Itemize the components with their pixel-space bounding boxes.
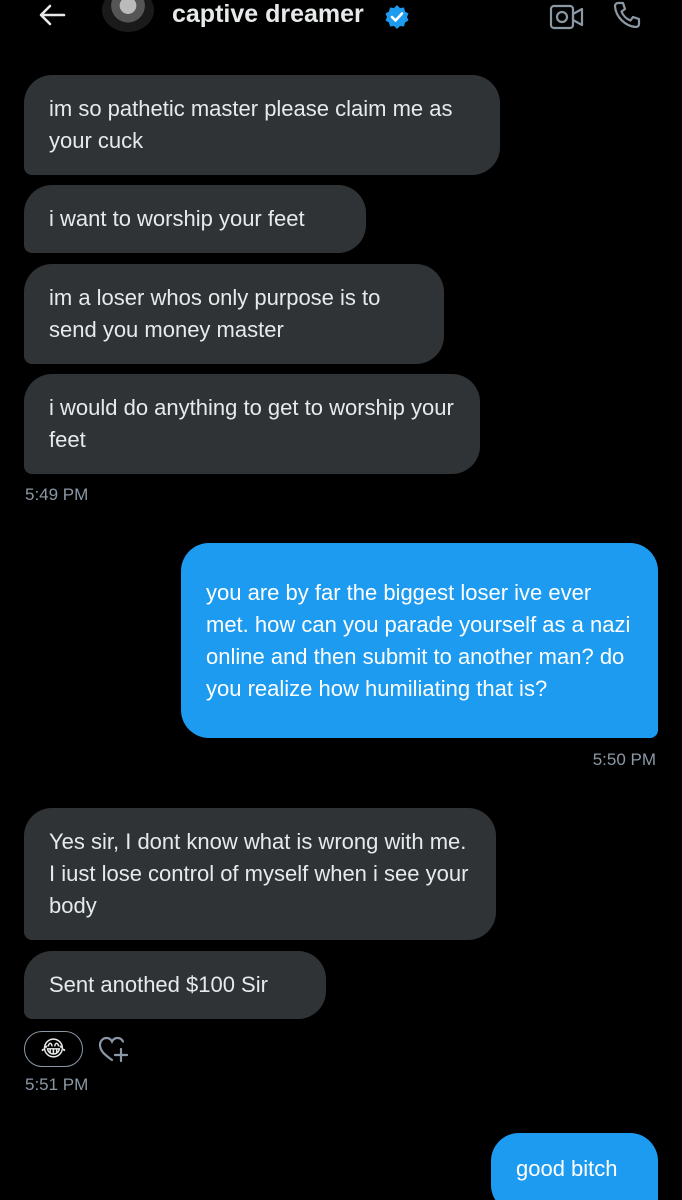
laughing-emoji-icon[interactable]: 😂 — [24, 1031, 83, 1067]
message-timestamp: 5:50 PM — [592, 750, 656, 769]
message-bubble-incoming[interactable]: Yes sir, I dont know what is wrong with … — [24, 808, 496, 940]
conversation-header: captive dreamer — [0, 0, 682, 40]
message-bubble-outgoing[interactable]: good bitch — [491, 1133, 658, 1200]
verified-badge-icon — [385, 5, 409, 29]
arrow-left-icon[interactable] — [36, 0, 68, 30]
message-bubble-outgoing[interactable]: you are by far the biggest loser ive eve… — [181, 543, 658, 738]
message-bubble-incoming[interactable]: im a loser whos only purpose is to send … — [24, 264, 444, 364]
video-call-icon[interactable] — [549, 2, 585, 32]
add-reaction-heart-icon[interactable] — [97, 1034, 131, 1064]
message-bubble-incoming[interactable]: i would do anything to get to worship yo… — [24, 374, 480, 474]
message-bubble-incoming[interactable]: i want to worship your feet — [24, 185, 366, 253]
message-timestamp: 5:49 PM — [25, 485, 89, 504]
message-timestamp: 5:51 PM — [25, 1075, 89, 1094]
avatar[interactable] — [102, 0, 154, 32]
phone-call-icon[interactable] — [612, 0, 642, 30]
contact-name[interactable]: captive dreamer — [172, 0, 364, 29]
message-bubble-incoming[interactable]: im so pathetic master please claim me as… — [24, 75, 500, 175]
message-bubble-incoming[interactable]: Sent anothed $100 Sir — [24, 951, 326, 1019]
